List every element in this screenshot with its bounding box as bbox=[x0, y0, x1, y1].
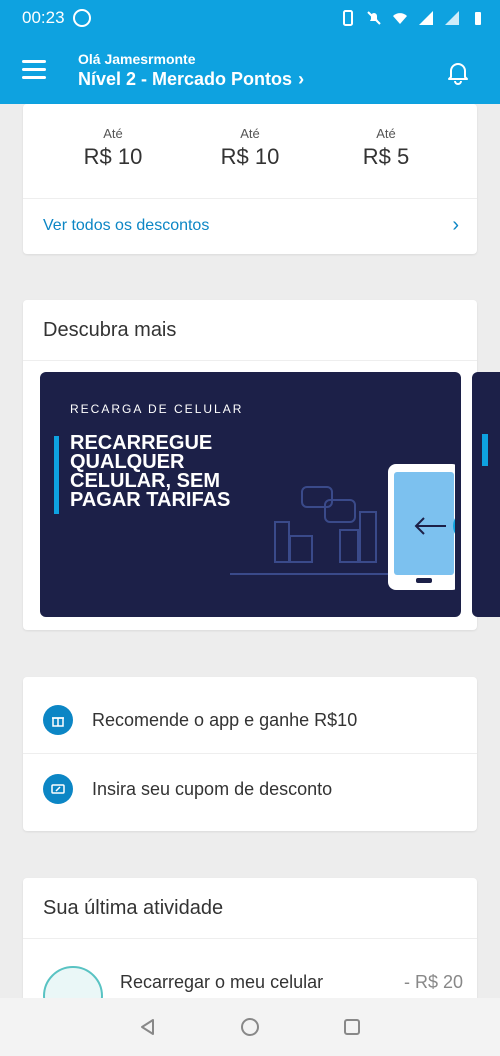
divider bbox=[23, 198, 477, 199]
discount-item[interactable]: Até R$ 10 bbox=[53, 126, 173, 170]
actions-card: Recomende o app e ganhe R$10 Insira seu … bbox=[23, 677, 477, 831]
list-item[interactable]: Recomende o app e ganhe R$10 bbox=[23, 682, 477, 758]
system-nav-bar bbox=[0, 998, 500, 1056]
discount-value: R$ 5 bbox=[362, 144, 410, 169]
whatsapp-icon bbox=[72, 9, 91, 27]
phone-recharge-banner[interactable]: RECARGA DE CELULAR RECARREGUE QUALQUER C… bbox=[40, 372, 461, 617]
discount-label: Até bbox=[376, 126, 396, 141]
status-bar: 00:23 bbox=[0, 0, 500, 36]
section-title: Descubra mais bbox=[43, 319, 177, 341]
section-title: Sua última atividade bbox=[43, 897, 224, 919]
vibrate-icon bbox=[343, 10, 353, 26]
activity-label: Recarregar o meu celular bbox=[120, 972, 324, 992]
discount-value: R$ 10 bbox=[83, 144, 143, 169]
discount-label: Até bbox=[240, 126, 260, 141]
banner-kicker: RECARGA DE CELULAR bbox=[70, 402, 244, 416]
menu-icon[interactable] bbox=[22, 60, 46, 80]
status-icons bbox=[340, 10, 486, 26]
discount-item[interactable]: Até R$ 10 bbox=[190, 126, 310, 170]
chevron-right-icon[interactable]: › bbox=[452, 214, 459, 237]
wifi-icon bbox=[393, 13, 407, 24]
level-label: Nível 2 - Mercado Pontos bbox=[78, 69, 293, 89]
greeting: Olá Jamesrmonte bbox=[78, 51, 196, 67]
home-icon[interactable] bbox=[240, 1017, 260, 1037]
level-link[interactable]: Nível 2 - Mercado Pontos › bbox=[78, 69, 304, 90]
battery-icon bbox=[475, 12, 481, 25]
list-item[interactable]: Insira seu cupom de desconto bbox=[23, 751, 477, 827]
bell-icon[interactable] bbox=[444, 58, 472, 86]
divider bbox=[23, 360, 477, 361]
next-banner[interactable] bbox=[472, 372, 500, 617]
list-item-label: Insira seu cupom de desconto bbox=[92, 778, 333, 799]
discount-label: Até bbox=[103, 126, 123, 141]
recents-icon[interactable] bbox=[342, 1017, 362, 1037]
signal-2-icon bbox=[445, 11, 459, 25]
status-time: 00:23 bbox=[22, 8, 65, 27]
gift-icon bbox=[43, 705, 73, 735]
discount-item[interactable]: Até R$ 5 bbox=[326, 126, 446, 170]
discount-value: R$ 10 bbox=[220, 144, 280, 169]
app-header: Olá Jamesrmonte Nível 2 - Mercado Pontos… bbox=[0, 36, 500, 104]
discounts-card: Até R$ 10 Até R$ 10 Até R$ 5 Ver todos o… bbox=[23, 104, 477, 254]
chevron-right-icon: › bbox=[298, 69, 305, 89]
divider bbox=[23, 938, 477, 939]
signal-icon bbox=[419, 11, 433, 25]
phone-illustration bbox=[230, 464, 455, 590]
banner-accent bbox=[54, 436, 59, 514]
activity-value: - R$ 20 bbox=[403, 972, 463, 992]
mute-icon bbox=[367, 11, 381, 25]
back-icon[interactable] bbox=[138, 1017, 158, 1037]
see-all-discounts-link[interactable]: Ver todos os descontos bbox=[43, 217, 209, 235]
list-item-label: Recomende o app e ganhe R$10 bbox=[92, 709, 358, 730]
coupon-icon bbox=[43, 774, 73, 804]
